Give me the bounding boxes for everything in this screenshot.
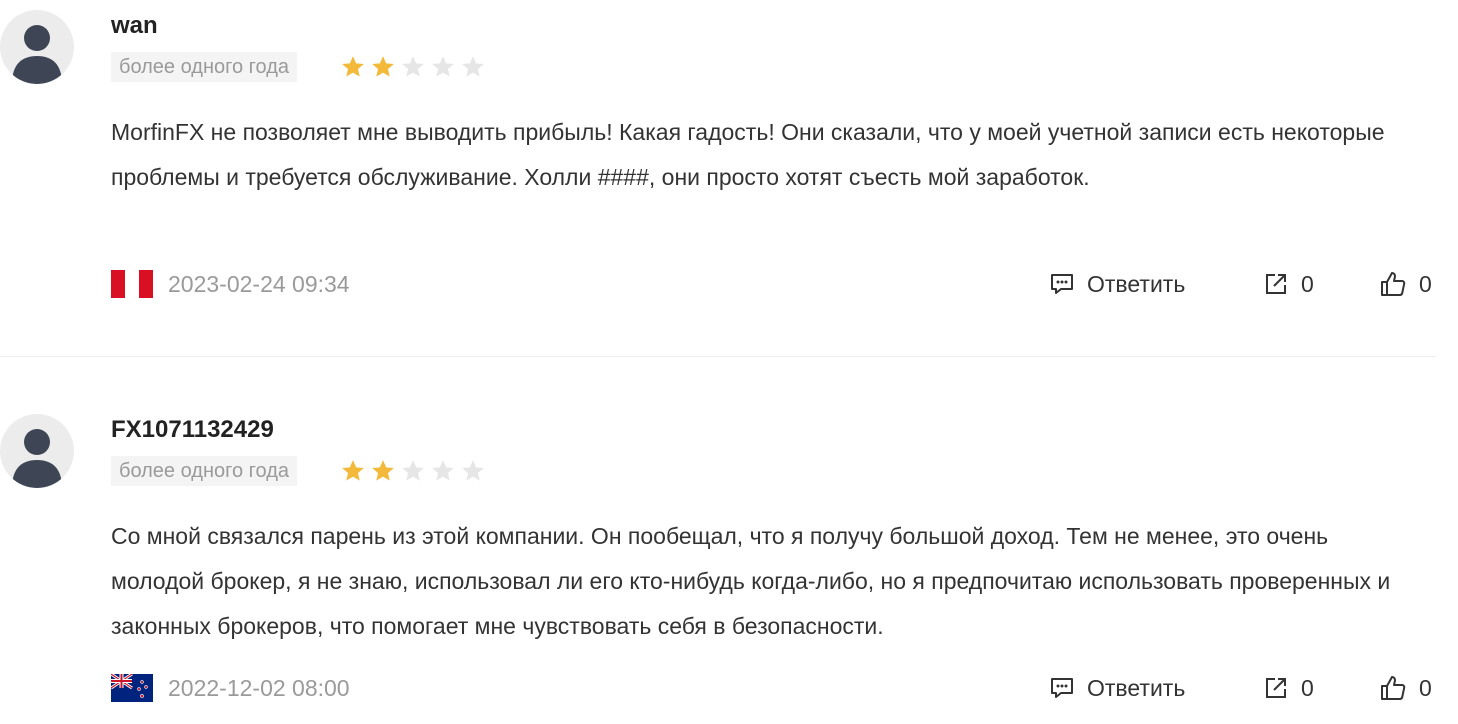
peru-flag-icon	[111, 270, 153, 298]
share-button[interactable]: 0	[1263, 266, 1314, 302]
user-icon	[12, 429, 62, 488]
review-date: 2022-12-02 08:00	[168, 675, 350, 701]
avatar[interactable]	[0, 414, 74, 488]
review-card: wan более одного года MorfinFX не позвол…	[0, 0, 1458, 357]
like-count: 0	[1419, 270, 1432, 297]
share-icon	[1266, 678, 1286, 698]
star-rating	[340, 458, 486, 484]
reply-label: Ответить	[1087, 674, 1186, 701]
reply-label: Ответить	[1087, 270, 1186, 297]
reply-button[interactable]: Ответить	[1049, 670, 1185, 706]
star-empty-icon	[432, 460, 454, 481]
review-date: 2023-02-24 09:34	[168, 271, 350, 297]
star-rating	[340, 54, 486, 80]
share-count: 0	[1301, 674, 1314, 701]
star-empty-icon	[462, 460, 484, 481]
like-count: 0	[1419, 674, 1432, 701]
time-badge: более одного года	[111, 456, 297, 486]
review-meta: 2022-12-02 08:00 Ответить 0 0	[111, 670, 1441, 706]
username[interactable]: wan	[111, 12, 158, 40]
share-count: 0	[1301, 270, 1314, 297]
star-filled-icon	[342, 56, 364, 77]
new-zealand-flag-icon	[111, 674, 153, 702]
divider	[0, 356, 1436, 357]
star-filled-icon	[342, 460, 364, 481]
user-icon	[12, 25, 62, 84]
review-text: Со мной связался парень из этой компании…	[111, 523, 1391, 639]
comment-icon	[1051, 274, 1073, 294]
like-button[interactable]: 0	[1379, 670, 1432, 706]
review-meta: 2023-02-24 09:34 Ответить 0 0	[111, 266, 1441, 302]
username[interactable]: FX1071132429	[111, 416, 274, 444]
time-badge: более одного года	[111, 52, 297, 82]
star-empty-icon	[432, 56, 454, 77]
review-text: MorfinFX не позволяет мне выводить прибы…	[111, 119, 1385, 190]
star-empty-icon	[402, 460, 424, 481]
star-filled-icon	[372, 460, 394, 481]
share-button[interactable]: 0	[1263, 670, 1314, 706]
star-empty-icon	[462, 56, 484, 77]
share-icon	[1266, 274, 1286, 294]
reply-button[interactable]: Ответить	[1049, 266, 1185, 302]
thumbs-up-icon	[1381, 676, 1406, 700]
review-card: FX1071132429 более одного года Со мной с…	[0, 404, 1458, 724]
star-filled-icon	[372, 56, 394, 77]
avatar[interactable]	[0, 10, 74, 84]
comment-icon	[1051, 678, 1073, 698]
thumbs-up-icon	[1381, 272, 1406, 296]
star-empty-icon	[402, 56, 424, 77]
like-button[interactable]: 0	[1379, 266, 1432, 302]
